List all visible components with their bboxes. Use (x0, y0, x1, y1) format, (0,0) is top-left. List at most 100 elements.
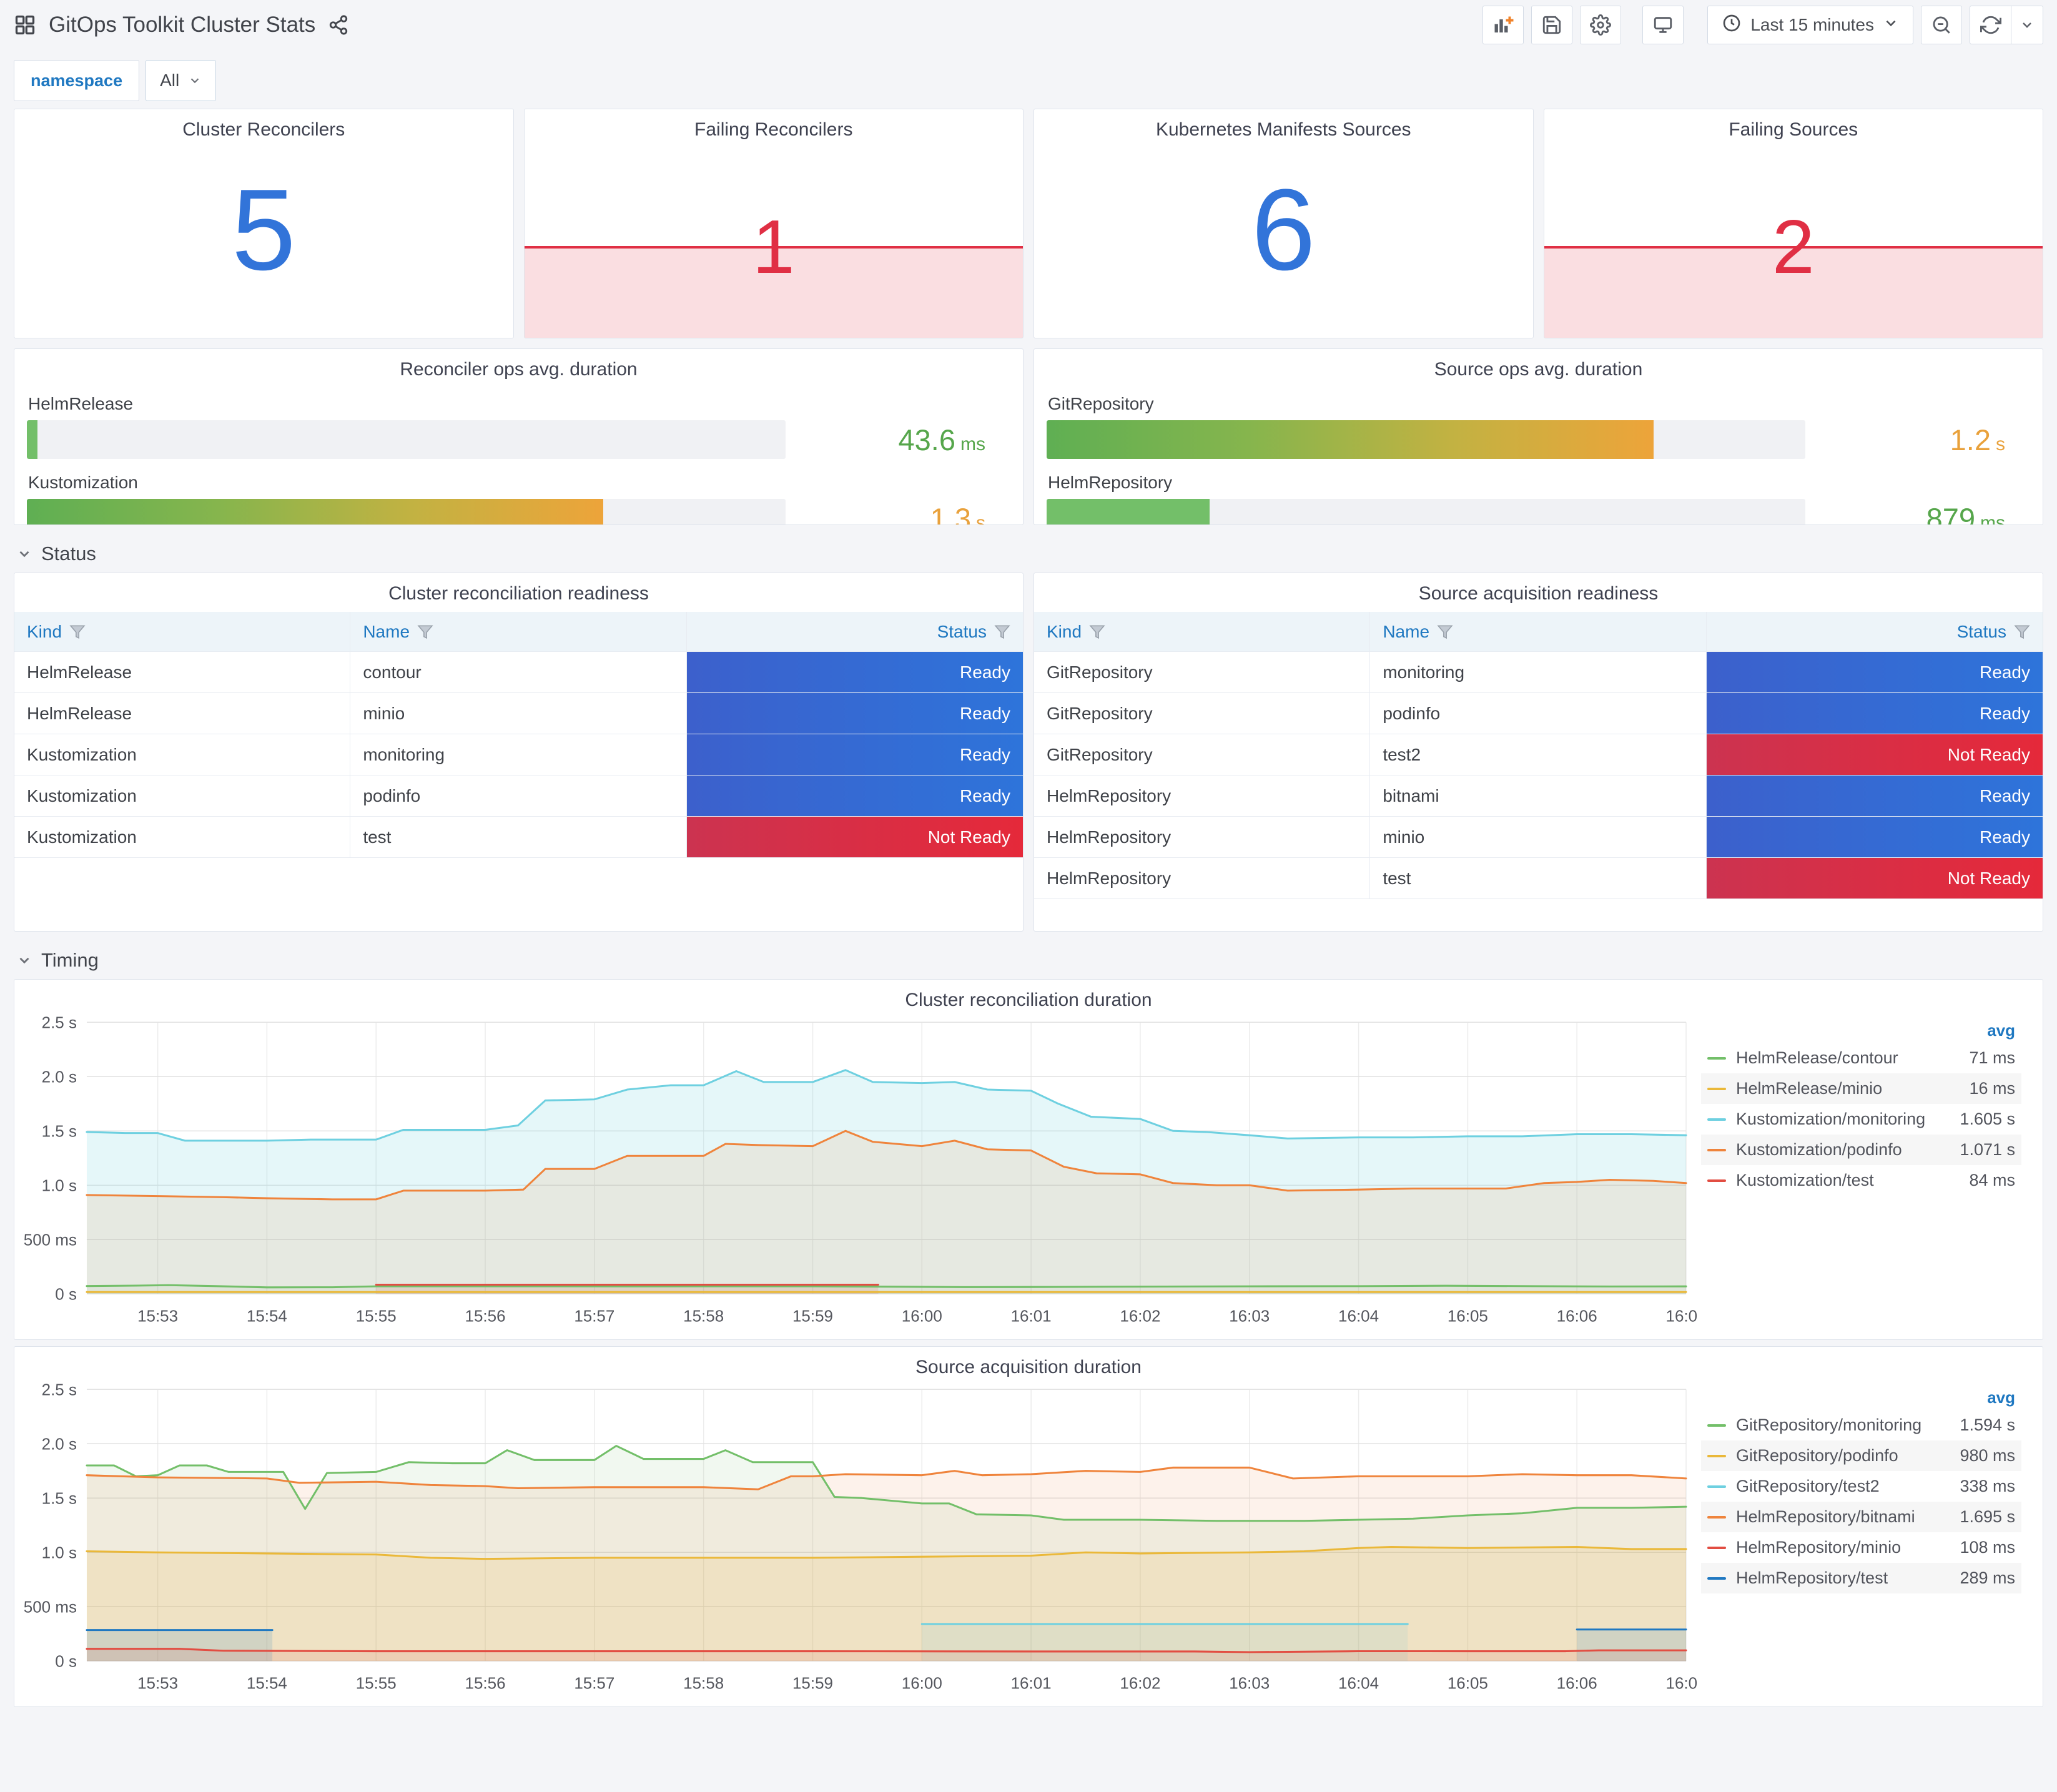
legend-series-name[interactable]: HelmRelease/contour (1736, 1048, 1969, 1068)
cell-name: minio (1370, 817, 1707, 858)
legend-row: Kustomization/podinfo 1.071 s (1701, 1135, 2021, 1165)
dashboard-title[interactable]: GitOps Toolkit Cluster Stats (49, 12, 315, 37)
column-header-name[interactable]: Name (350, 612, 687, 652)
refresh-interval-dropdown[interactable] (2011, 6, 2043, 44)
legend-swatch (1707, 1179, 1726, 1182)
legend-series-name[interactable]: GitRepository/podinfo (1736, 1446, 1960, 1465)
svg-text:15:54: 15:54 (247, 1674, 287, 1693)
legend-series-name[interactable]: GitRepository/test2 (1736, 1477, 1960, 1496)
cell-kind: GitRepository (1034, 734, 1371, 775)
section-collapse-icon (19, 551, 29, 558)
gauge-value: 1.2 s (1805, 423, 2030, 457)
variable-label-namespace[interactable]: namespace (14, 60, 140, 101)
panel-title[interactable]: Source acquisition readiness (1034, 573, 2043, 604)
legend-series-name[interactable]: HelmRepository/bitnami (1736, 1507, 1960, 1527)
panel-title[interactable]: Cluster reconciliation duration (14, 980, 2043, 1011)
time-range-picker[interactable]: Last 15 minutes (1707, 6, 1913, 44)
submenu: namespace All (14, 60, 2043, 101)
section-status[interactable]: Status (16, 543, 2043, 565)
svg-text:1.5 s: 1.5 s (42, 1489, 77, 1507)
gauge-value-unit: ms (1980, 512, 2005, 525)
svg-text:16:04: 16:04 (1338, 1307, 1379, 1326)
bar-gauge-fill (27, 499, 604, 524)
svg-text:15:57: 15:57 (574, 1307, 614, 1326)
gauge-row-label: Kustomization (28, 473, 138, 492)
svg-text:2.5 s: 2.5 s (42, 1013, 77, 1031)
legend-swatch (1707, 1148, 1726, 1151)
cell-name: test (1370, 858, 1707, 899)
legend-series-name[interactable]: Kustomization/test (1736, 1171, 1969, 1190)
svg-text:15:56: 15:56 (465, 1674, 506, 1693)
refresh-button[interactable] (1970, 6, 2011, 44)
svg-text:500 ms: 500 ms (24, 1597, 77, 1616)
legend-swatch (1707, 1056, 1726, 1060)
dashboard-grid-icon[interactable] (14, 14, 36, 36)
legend-series-name[interactable]: Kustomization/podinfo (1736, 1140, 1960, 1159)
section-timing[interactable]: Timing (16, 949, 2043, 972)
timeseries-plot[interactable]: 15:53 15:54 15:55 15:56 15:57 15:58 15:59 16:00… (17, 1012, 1707, 1336)
panel-title[interactable]: Cluster Reconcilers (14, 109, 513, 140)
status-badge: Ready (1706, 693, 2043, 734)
gauge-value: 879 ms (1805, 501, 2030, 525)
legend-row: HelmRelease/minio 16 ms (1701, 1073, 2021, 1104)
svg-text:2.0 s: 2.0 s (42, 1067, 77, 1086)
column-header-kind[interactable]: Kind (1034, 612, 1371, 652)
legend-header-avg[interactable]: avg (1701, 1021, 2021, 1040)
save-dashboard-button[interactable] (1531, 6, 1573, 44)
add-panel-button[interactable] (1482, 6, 1524, 44)
panel-title[interactable]: Source acquisition duration (14, 1347, 2043, 1378)
panel-cluster-reconciliation-duration: Cluster reconciliation duration 15:53 15:… (14, 979, 2043, 1340)
dashboard-settings-button[interactable] (1580, 6, 1622, 44)
svg-text:16:00: 16:00 (902, 1307, 942, 1326)
legend-swatch (1707, 1546, 1726, 1549)
panel-title[interactable]: Source ops avg. duration (1047, 349, 2030, 380)
column-header-status[interactable]: Status (1706, 612, 2043, 652)
legend-series-name[interactable]: HelmRepository/minio (1736, 1538, 1960, 1557)
svg-text:500 ms: 500 ms (24, 1230, 77, 1249)
filter-icon[interactable] (417, 624, 433, 640)
legend-series-name[interactable]: HelmRepository/test (1736, 1568, 1960, 1588)
gauge-row: 1.2 s (1047, 420, 2030, 459)
cell-status: Not Ready (1706, 858, 2043, 899)
filter-icon[interactable] (69, 624, 86, 640)
legend-header-avg[interactable]: avg (1701, 1388, 2021, 1407)
panel-title[interactable]: Failing Reconcilers (525, 109, 1024, 140)
variable-value-dropdown[interactable]: All (146, 60, 217, 101)
svg-text:16:03: 16:03 (1229, 1674, 1270, 1693)
bar-gauge-fill (1047, 499, 1210, 524)
column-header-name[interactable]: Name (1370, 612, 1707, 652)
legend-series-name[interactable]: GitRepository/monitoring (1736, 1415, 1960, 1435)
svg-text:16:05: 16:05 (1448, 1307, 1488, 1326)
svg-text:16:01: 16:01 (1011, 1307, 1052, 1326)
zoom-out-button[interactable] (1921, 6, 1962, 44)
column-header-status[interactable]: Status (686, 612, 1023, 652)
panel-title[interactable]: Kubernetes Manifests Sources (1034, 109, 1533, 140)
cell-name: test2 (1370, 734, 1707, 775)
filter-icon[interactable] (994, 624, 1010, 640)
filter-icon[interactable] (2014, 624, 2030, 640)
svg-text:15:54: 15:54 (247, 1307, 287, 1326)
column-header-kind[interactable]: Kind (14, 612, 351, 652)
gauge-value-number: 43.6 (898, 423, 955, 456)
legend-series-name[interactable]: Kustomization/monitoring (1736, 1110, 1960, 1129)
filter-icon[interactable] (1437, 624, 1453, 640)
legend-row: HelmRepository/test 289 ms (1701, 1563, 2021, 1593)
legend-row: GitRepository/test2 338 ms (1701, 1471, 2021, 1502)
legend-row: Kustomization/test 84 ms (1701, 1165, 2021, 1196)
panel-title[interactable]: Failing Sources (1544, 109, 2043, 140)
legend-avg-value: 1.605 s (1960, 1110, 2015, 1128)
svg-text:15:59: 15:59 (792, 1307, 833, 1326)
svg-text:16:02: 16:02 (1120, 1307, 1160, 1326)
legend-series-name[interactable]: HelmRelease/minio (1736, 1079, 1969, 1098)
legend-swatch (1707, 1515, 1726, 1519)
timeseries-plot[interactable]: 15:53 15:54 15:55 15:56 15:57 15:58 15:59 16:00… (17, 1379, 1707, 1703)
cycle-view-mode-button[interactable] (1642, 6, 1684, 44)
panel-title[interactable]: Cluster reconciliation readiness (14, 573, 1023, 604)
bar-gauge-track (1047, 420, 1805, 459)
filter-icon[interactable] (1089, 624, 1105, 640)
stat-value: 6 (1251, 165, 1316, 295)
panel-title[interactable]: Reconciler ops avg. duration (27, 349, 1010, 380)
share-icon[interactable] (328, 14, 349, 36)
gauge-row: 879 ms (1047, 499, 2030, 525)
stat-value: 2 (1772, 204, 1815, 289)
